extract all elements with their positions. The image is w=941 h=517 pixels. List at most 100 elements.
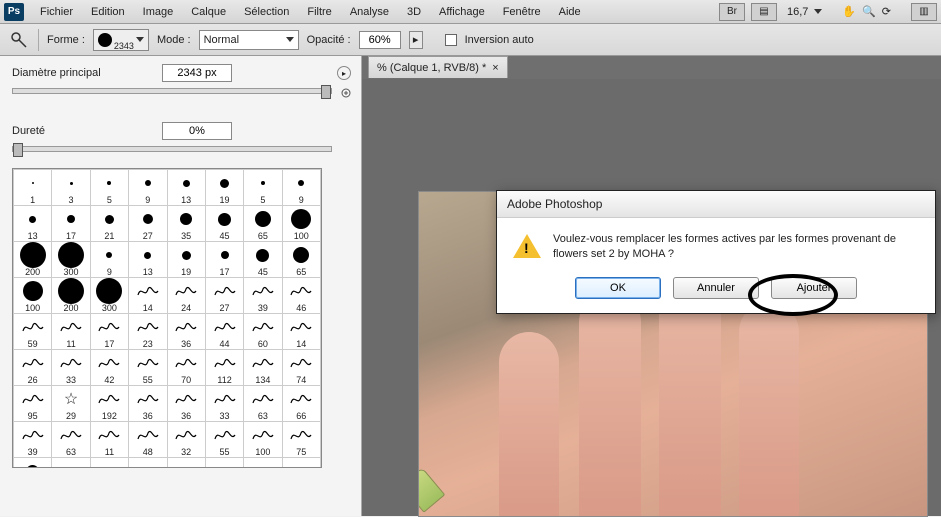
menu-aide[interactable]: Aide	[551, 4, 589, 20]
brush-swatch[interactable]: 13	[167, 170, 205, 206]
brush-swatch[interactable]	[244, 458, 282, 469]
brush-swatch[interactable]: 17	[52, 206, 90, 242]
brush-swatch[interactable]: 200	[14, 242, 52, 278]
brush-swatch[interactable]: 55	[129, 350, 167, 386]
brush-swatch[interactable]	[90, 458, 128, 469]
brush-swatch[interactable]: 59	[14, 314, 52, 350]
blend-mode-select[interactable]: Normal	[199, 30, 299, 50]
brush-swatch[interactable]	[52, 458, 90, 469]
brush-swatch[interactable]	[282, 458, 320, 469]
brush-swatch[interactable]: 19	[205, 170, 243, 206]
brush-swatch[interactable]: 21	[90, 206, 128, 242]
brush-swatch[interactable]: 11	[90, 422, 128, 458]
brush-swatch[interactable]: 134	[244, 350, 282, 386]
brush-swatch[interactable]: 200	[52, 278, 90, 314]
brush-swatch[interactable]: ☆29	[52, 386, 90, 422]
brush-swatch[interactable]: 100	[282, 206, 320, 242]
brush-swatch[interactable]: 39	[244, 278, 282, 314]
brush-swatch[interactable]: 14	[129, 278, 167, 314]
brush-swatch[interactable]: 70	[167, 350, 205, 386]
brush-swatch[interactable]: 55	[205, 422, 243, 458]
brush-swatch[interactable]: 95	[14, 386, 52, 422]
inversion-checkbox[interactable]	[445, 34, 457, 46]
add-button[interactable]: Ajouter	[771, 277, 857, 299]
brush-swatch[interactable]: 42	[90, 350, 128, 386]
brush-swatch[interactable]	[129, 458, 167, 469]
zoom-icon[interactable]: 🔍	[862, 5, 876, 18]
opacity-flyout[interactable]: ▸	[409, 31, 423, 49]
brush-swatch[interactable]: 17	[205, 242, 243, 278]
brush-swatch[interactable]: 112	[205, 350, 243, 386]
ok-button[interactable]: OK	[575, 277, 661, 299]
brush-swatch[interactable]: 14	[282, 314, 320, 350]
brush-swatch[interactable]: 32	[167, 422, 205, 458]
brush-swatch[interactable]: 300	[52, 242, 90, 278]
brush-grid[interactable]: 1359131959131721273545651002003009131917…	[12, 168, 322, 468]
brush-swatch[interactable]: 27	[205, 278, 243, 314]
brush-swatch[interactable]: 100	[244, 422, 282, 458]
document-tab[interactable]: % (Calque 1, RVB/8) * ×	[368, 56, 508, 78]
dodge-tool-icon[interactable]	[8, 29, 30, 51]
brush-swatch[interactable]: 65	[282, 242, 320, 278]
brush-swatch[interactable]: 44	[205, 314, 243, 350]
brush-swatch[interactable]: 9	[282, 170, 320, 206]
diameter-slider[interactable]	[12, 88, 332, 94]
slider-thumb[interactable]	[13, 143, 23, 157]
brush-swatch[interactable]: 45	[205, 206, 243, 242]
brush-swatch[interactable]: 192	[90, 386, 128, 422]
brush-swatch[interactable]: 75	[282, 422, 320, 458]
panel-menu-icon[interactable]	[341, 88, 351, 101]
menu-selection[interactable]: Sélection	[236, 4, 297, 20]
bridge-button[interactable]: Br	[719, 3, 745, 21]
brush-swatch[interactable]: 17	[90, 314, 128, 350]
brush-preset-picker[interactable]: 2343	[93, 29, 149, 51]
brush-swatch[interactable]: 13	[129, 242, 167, 278]
brush-swatch[interactable]: 19	[167, 242, 205, 278]
slider-thumb[interactable]	[321, 85, 331, 99]
brush-swatch[interactable]: 100	[14, 278, 52, 314]
hardness-slider[interactable]	[12, 146, 332, 152]
brush-swatch[interactable]: 66	[282, 386, 320, 422]
menu-3d[interactable]: 3D	[399, 4, 429, 20]
brush-swatch[interactable]: 300	[90, 278, 128, 314]
brush-swatch[interactable]	[205, 458, 243, 469]
brush-swatch[interactable]: 33	[52, 350, 90, 386]
close-icon[interactable]: ×	[492, 62, 498, 74]
menu-fenetre[interactable]: Fenêtre	[495, 4, 549, 20]
brush-swatch[interactable]: 46	[282, 278, 320, 314]
brush-swatch[interactable]: 36	[167, 314, 205, 350]
brush-swatch[interactable]: 24	[167, 278, 205, 314]
brush-swatch[interactable]: 48	[129, 422, 167, 458]
hardness-input[interactable]	[162, 122, 232, 140]
brush-swatch[interactable]: 9	[129, 170, 167, 206]
brush-swatch[interactable]	[167, 458, 205, 469]
zoom-level[interactable]: 16,7	[783, 6, 822, 18]
hand-icon[interactable]: ✋	[842, 5, 856, 18]
menu-fichier[interactable]: Fichier	[32, 4, 81, 20]
brush-swatch[interactable]: 65	[244, 206, 282, 242]
panel-flyout-arrow-icon[interactable]: ▸	[337, 66, 351, 80]
brush-swatch[interactable]: 26	[14, 350, 52, 386]
brush-swatch[interactable]: 33	[205, 386, 243, 422]
brush-swatch[interactable]: 5	[244, 170, 282, 206]
brush-swatch[interactable]: 36	[129, 386, 167, 422]
menu-analyse[interactable]: Analyse	[342, 4, 397, 20]
cancel-button[interactable]: Annuler	[673, 277, 759, 299]
diameter-input[interactable]	[162, 64, 232, 82]
brush-swatch[interactable]: 60	[244, 314, 282, 350]
brush-swatch[interactable]: 45	[244, 242, 282, 278]
opacity-input[interactable]	[359, 31, 401, 49]
menu-calque[interactable]: Calque	[183, 4, 234, 20]
brush-swatch[interactable]: 5	[90, 170, 128, 206]
brush-swatch[interactable]: 45	[14, 458, 52, 469]
brush-swatch[interactable]: 13	[14, 206, 52, 242]
brush-swatch[interactable]: 11	[52, 314, 90, 350]
menu-edition[interactable]: Edition	[83, 4, 133, 20]
brush-swatch[interactable]: 3	[52, 170, 90, 206]
film-icon[interactable]: ▤	[751, 3, 777, 21]
brush-swatch[interactable]: 1	[14, 170, 52, 206]
brush-swatch[interactable]: 35	[167, 206, 205, 242]
brush-swatch[interactable]: 63	[244, 386, 282, 422]
brush-swatch[interactable]: 23	[129, 314, 167, 350]
brush-swatch[interactable]: 9	[90, 242, 128, 278]
